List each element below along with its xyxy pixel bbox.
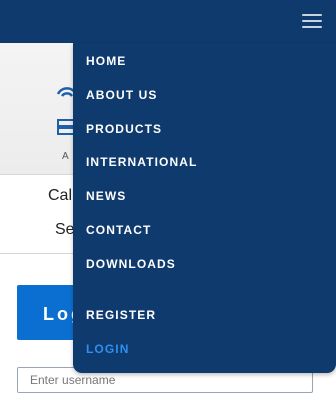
nav-item-products[interactable]: PRODUCTS: [86, 121, 162, 137]
call-text: Call: [48, 187, 76, 204]
nav-item-downloads[interactable]: DOWNLOADS: [86, 256, 176, 272]
nav-item-contact[interactable]: CONTACT: [86, 222, 151, 238]
top-navbar: [0, 0, 336, 43]
nav-item-about-us[interactable]: ABOUT US: [86, 87, 157, 103]
nav-item-news[interactable]: NEWS: [86, 188, 126, 204]
hamburger-menu-icon[interactable]: [302, 14, 322, 28]
nav-dropdown-menu: HOME ABOUT US PRODUCTS INTERNATIONAL NEW…: [73, 43, 336, 373]
secondary-text: Se: [55, 221, 75, 238]
logo-text: A: [62, 151, 70, 162]
nav-item-international[interactable]: INTERNATIONAL: [86, 154, 197, 170]
nav-item-login[interactable]: LOGIN: [86, 341, 130, 357]
nav-item-home[interactable]: HOME: [86, 53, 126, 69]
nav-item-register[interactable]: REGISTER: [86, 307, 156, 323]
